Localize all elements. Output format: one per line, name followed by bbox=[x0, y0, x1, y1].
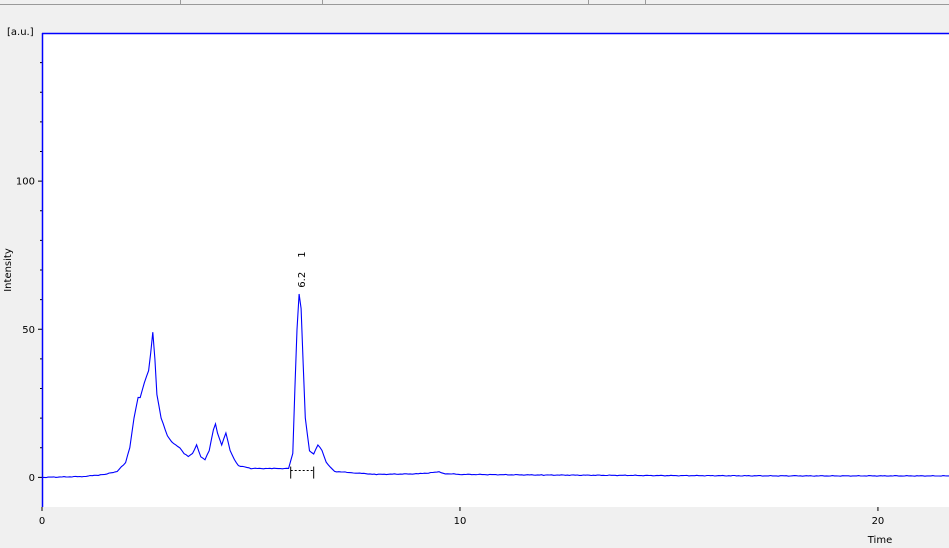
x-tick-label: 0 bbox=[39, 516, 45, 527]
y-tick-label: 100 bbox=[16, 177, 35, 188]
chromatogram-chart: 0 50 100 0 10 20 [a.u.] Intensity Time 6.2 1 bbox=[3, 27, 949, 546]
y-axis-ticks: 0 50 100 bbox=[16, 62, 42, 484]
peak-time-label: 6.2 bbox=[297, 272, 308, 288]
y-tick-label: 50 bbox=[22, 325, 35, 336]
y-tick-label: 0 bbox=[29, 473, 35, 484]
x-tick-label: 10 bbox=[454, 516, 467, 527]
y-unit-label: [a.u.] bbox=[7, 27, 34, 38]
x-axis-ticks: 0 10 20 bbox=[39, 507, 884, 527]
y-axis-title: Intensity bbox=[3, 248, 14, 292]
peak-number-label: 1 bbox=[297, 251, 308, 257]
x-tick-label: 20 bbox=[872, 516, 885, 527]
x-axis-title: Time bbox=[867, 535, 892, 546]
plot-area bbox=[42, 33, 949, 507]
